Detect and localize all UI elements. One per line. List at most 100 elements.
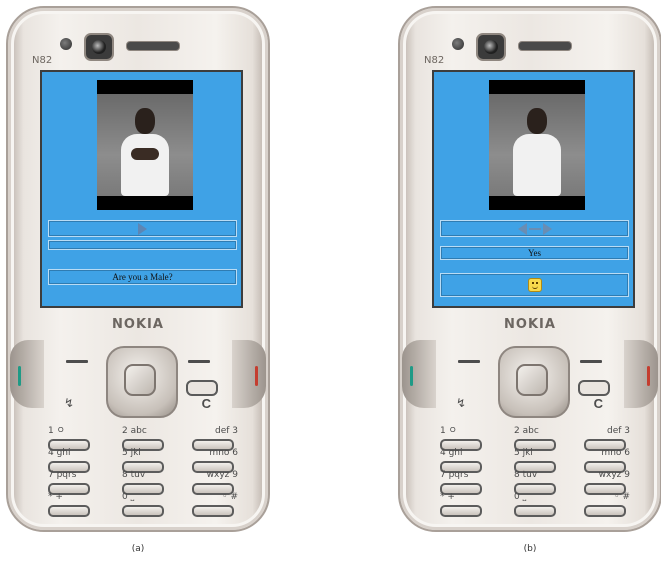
key-4[interactable]: 4 ghi <box>48 448 94 473</box>
phone-screen: Are you a Male? <box>40 70 243 308</box>
signer-hands <box>131 148 159 160</box>
key-label: 2 abc <box>122 426 147 436</box>
key-label: ◦ # <box>222 492 238 502</box>
feedback-panel[interactable] <box>440 273 629 297</box>
key-5[interactable]: 5 jkl <box>122 448 168 473</box>
phone-a: N82 Are you a Male? NOKIA ↯ C 1 ㅇ 2 abc … <box>6 6 270 532</box>
call-icon <box>410 366 413 386</box>
clear-key-label: C <box>201 396 211 411</box>
brand-logo: NOKIA <box>112 317 164 332</box>
key-cap <box>122 505 164 517</box>
video-nav-controls[interactable] <box>440 220 629 237</box>
brand-logo: NOKIA <box>504 317 556 332</box>
light-sensor <box>452 38 464 50</box>
clear-key-label: C <box>593 396 603 411</box>
signer-head <box>135 108 155 134</box>
key-label: 5 jkl <box>122 448 141 458</box>
response-panel <box>48 240 237 250</box>
signer-body <box>121 134 169 196</box>
key-label: mno 6 <box>601 448 630 458</box>
key-cap <box>192 505 234 517</box>
front-camera-icon <box>476 33 506 61</box>
caption-b: (b) <box>523 544 537 554</box>
key-6[interactable]: mno 6 <box>584 448 630 473</box>
navigation-key[interactable] <box>106 346 178 418</box>
response-panel: Yes <box>440 246 629 260</box>
key-9[interactable]: wxyz 9 <box>192 470 238 495</box>
key-label: * + <box>48 492 63 502</box>
end-key[interactable] <box>232 340 266 408</box>
key-6[interactable]: mno 6 <box>192 448 238 473</box>
key-1[interactable]: 1 ㅇ <box>440 426 486 451</box>
key-label: * + <box>440 492 455 502</box>
right-softkey[interactable] <box>188 360 210 363</box>
nav-arrows-icon <box>517 222 552 235</box>
end-call-icon <box>255 366 258 386</box>
select-key[interactable] <box>124 364 156 396</box>
key-9[interactable]: wxyz 9 <box>584 470 630 495</box>
video-frame <box>97 94 193 196</box>
key-label: 5 jkl <box>514 448 533 458</box>
left-softkey[interactable] <box>458 360 480 363</box>
select-key[interactable] <box>516 364 548 396</box>
key-5[interactable]: 5 jkl <box>514 448 560 473</box>
earpiece <box>126 41 180 51</box>
key-cap <box>514 505 556 517</box>
key-label: 7 pqrs <box>440 470 469 480</box>
right-softkey[interactable] <box>580 360 602 363</box>
key-label: 8 tuv <box>514 470 538 480</box>
clear-button[interactable] <box>578 380 610 396</box>
response-text: Yes <box>527 248 542 258</box>
question-text: Are you a Male? <box>112 272 173 282</box>
model-label: N82 <box>32 55 53 66</box>
key-0[interactable]: 0 ⎵ <box>122 492 168 517</box>
key-label: 0 ⎵ <box>514 492 527 502</box>
menu-key[interactable]: ↯ <box>64 396 74 410</box>
key-star[interactable]: * + <box>440 492 486 517</box>
call-key[interactable] <box>10 340 44 408</box>
key-7[interactable]: 7 pqrs <box>440 470 486 495</box>
sign-video[interactable] <box>97 80 193 210</box>
key-label: 8 tuv <box>122 470 146 480</box>
clear-button[interactable] <box>186 380 218 396</box>
key-star[interactable]: * + <box>48 492 94 517</box>
call-key[interactable] <box>402 340 436 408</box>
phone-b: N82 Yes NOKIA ↯ C 1 ㅇ 2 abc def 3 4 ghi … <box>398 6 661 532</box>
previous-icon[interactable] <box>517 222 527 235</box>
key-2[interactable]: 2 abc <box>122 426 168 451</box>
key-hash[interactable]: ◦ # <box>192 492 238 517</box>
key-0[interactable]: 0 ⎵ <box>514 492 560 517</box>
key-label: wxyz 9 <box>598 470 630 480</box>
play-icon <box>138 222 147 235</box>
key-8[interactable]: 8 tuv <box>514 470 560 495</box>
key-8[interactable]: 8 tuv <box>122 470 168 495</box>
key-3[interactable]: def 3 <box>584 426 630 451</box>
sign-video[interactable] <box>489 80 585 210</box>
end-key[interactable] <box>624 340 658 408</box>
navigation-key[interactable] <box>498 346 570 418</box>
signer-body <box>513 134 561 196</box>
model-label: N82 <box>424 55 445 66</box>
next-icon[interactable] <box>542 222 552 235</box>
key-cap <box>48 505 90 517</box>
signer-head <box>527 108 547 134</box>
menu-key[interactable]: ↯ <box>456 396 466 410</box>
key-3[interactable]: def 3 <box>192 426 238 451</box>
key-7[interactable]: 7 pqrs <box>48 470 94 495</box>
key-label: 7 pqrs <box>48 470 77 480</box>
play-button[interactable] <box>48 220 237 237</box>
key-cap <box>584 505 626 517</box>
key-1[interactable]: 1 ㅇ <box>48 426 94 451</box>
key-label: wxyz 9 <box>206 470 238 480</box>
phone-screen: Yes <box>432 70 635 308</box>
key-label: mno 6 <box>209 448 238 458</box>
video-frame <box>489 94 585 196</box>
key-2[interactable]: 2 abc <box>514 426 560 451</box>
call-icon <box>18 366 21 386</box>
front-camera-icon <box>84 33 114 61</box>
smiley-icon <box>527 278 542 292</box>
end-call-icon <box>647 366 650 386</box>
key-hash[interactable]: ◦ # <box>584 492 630 517</box>
left-softkey[interactable] <box>66 360 88 363</box>
key-4[interactable]: 4 ghi <box>440 448 486 473</box>
